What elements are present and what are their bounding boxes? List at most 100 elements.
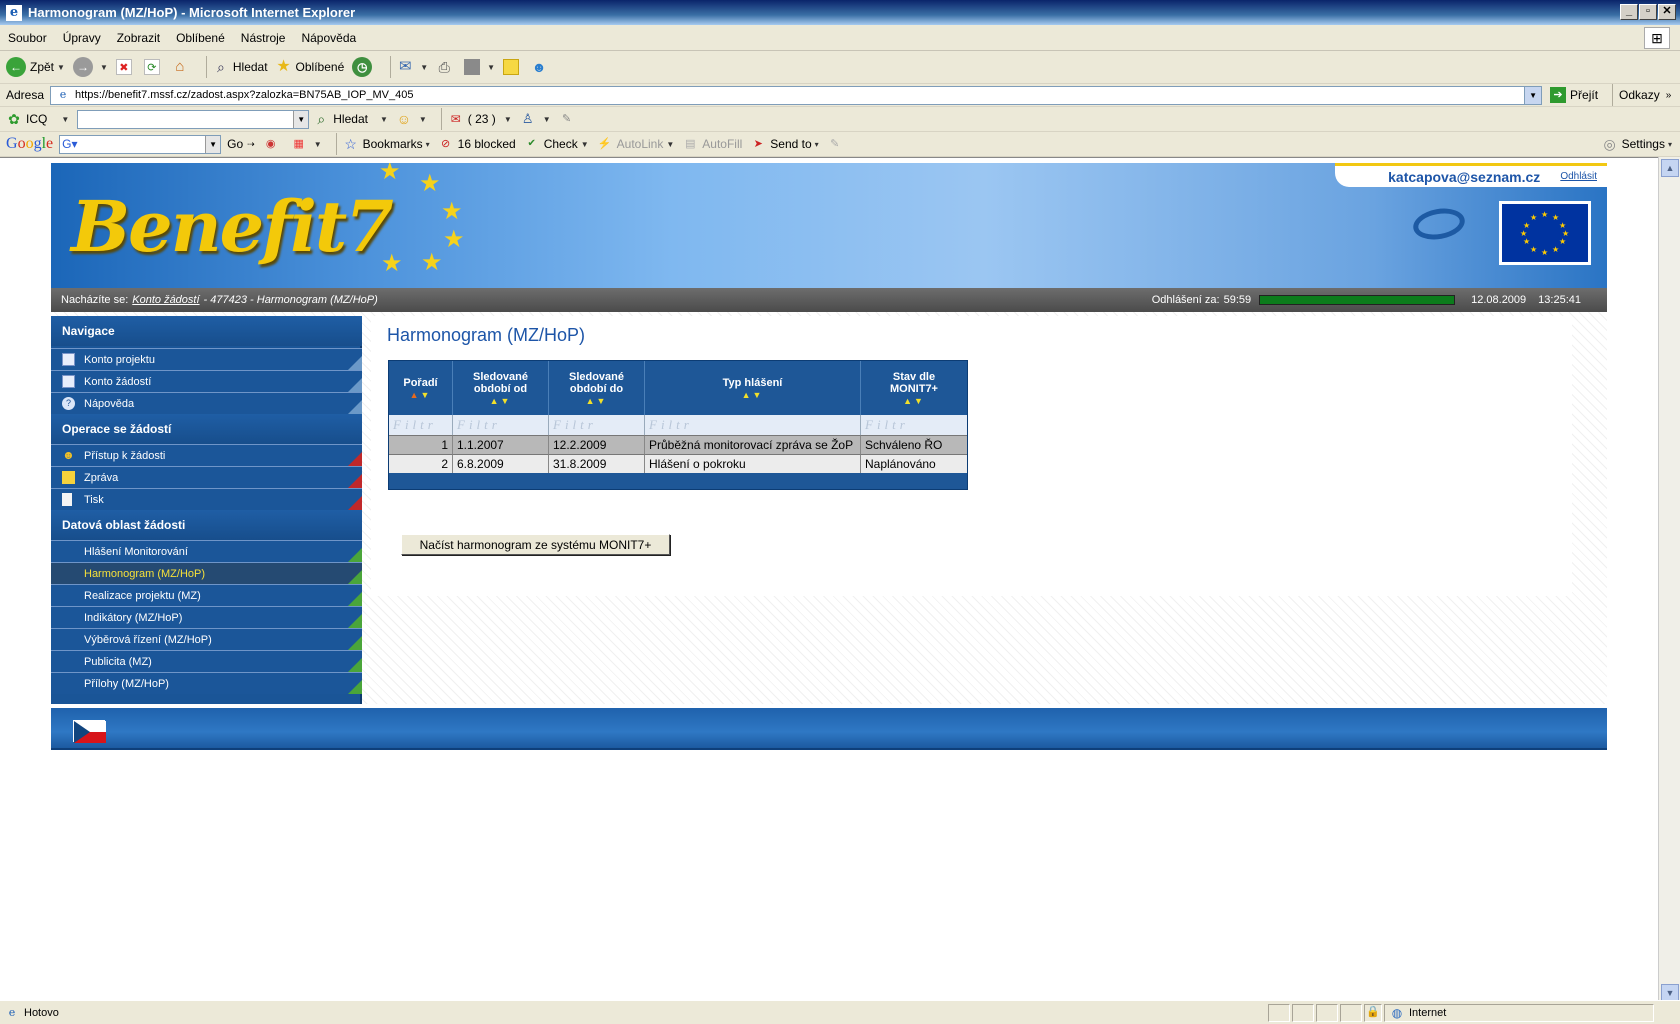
table-cell[interactable]: 1.1.2007 xyxy=(453,435,549,454)
table-cell[interactable]: Schváleno ŘO xyxy=(861,435,967,454)
sidebar-item-indikatory[interactable]: Indikátory (MZ/HoP) xyxy=(51,606,362,628)
chevron-down-icon[interactable]: ▼ xyxy=(314,140,322,149)
chevron-down-icon[interactable]: ▼ xyxy=(61,115,69,124)
stop-button[interactable]: ✖ xyxy=(115,59,136,75)
chevron-down-icon[interactable]: ▼ xyxy=(666,140,674,149)
table-cell[interactable]: 12.2.2009 xyxy=(549,435,645,454)
popup-blocker-button[interactable]: ⊘ 16 blocked xyxy=(438,136,516,152)
breadcrumb-link-konto[interactable]: Konto žádostí xyxy=(132,294,199,306)
menu-zobrazit[interactable]: Zobrazit xyxy=(117,31,160,45)
table-cell[interactable]: 1 xyxy=(389,435,453,454)
column-header-do[interactable]: Sledované období do ▲▼ xyxy=(549,361,645,415)
minimize-button[interactable]: _ xyxy=(1620,4,1638,20)
menu-soubor[interactable]: Soubor xyxy=(8,31,47,45)
search-button[interactable]: ⌕ Hledat xyxy=(213,59,268,75)
logout-link[interactable]: Odhlásit xyxy=(1560,171,1597,182)
table-cell[interactable]: 31.8.2009 xyxy=(549,454,645,473)
address-input[interactable]: e https://benefit7.mssf.cz/zadost.aspx?z… xyxy=(50,85,1543,105)
back-button[interactable]: ← Zpět ▼ xyxy=(6,57,65,77)
edit-button[interactable]: ▼ xyxy=(464,59,495,75)
menu-nastroje[interactable]: Nástroje xyxy=(241,31,286,45)
messenger-button[interactable]: ☻ xyxy=(531,59,551,75)
menu-napoveda[interactable]: Nápověda xyxy=(301,31,356,45)
sidebar-item-harmonogram[interactable]: Harmonogram (MZ/HoP) xyxy=(51,562,362,584)
autofill-button[interactable]: ▤ AutoFill xyxy=(682,136,742,152)
sidebar-item-prilohy[interactable]: Přílohy (MZ/HoP) xyxy=(51,672,362,694)
chevron-down-icon[interactable]: ▼ xyxy=(543,115,551,124)
icq-search-button[interactable]: ⌕ Hledat ▼ xyxy=(313,111,388,127)
menu-oblibene[interactable]: Oblíbené xyxy=(176,31,225,45)
sort-arrows-icon[interactable]: ▲▼ xyxy=(490,396,512,406)
chevron-down-icon[interactable]: ▾ xyxy=(426,140,430,149)
google-go-button[interactable]: Go ⇢ xyxy=(227,137,255,151)
google-popup-button[interactable]: ▦ ▼ xyxy=(291,136,322,152)
icq-search-input[interactable]: ▼ xyxy=(77,109,310,129)
table-cell[interactable]: Naplánováno xyxy=(861,454,967,473)
sidebar-item-hlaseni-monitorovani[interactable]: Hlášení Monitorování xyxy=(51,540,362,562)
maximize-button[interactable]: ▫ xyxy=(1639,4,1657,20)
vertical-scrollbar[interactable]: ▲ ▼ xyxy=(1658,157,1680,1004)
sidebar-item-konto-projektu[interactable]: Konto projektu xyxy=(51,348,362,370)
czech-flag-icon[interactable] xyxy=(73,720,106,743)
history-button[interactable]: ◷ xyxy=(352,57,376,77)
icq-mail-button[interactable]: ✉( 23 ) ▼ xyxy=(448,111,512,127)
sidebar-item-zprava[interactable]: Zpráva xyxy=(51,466,362,488)
icq-smiley-button[interactable]: ☺ ▼ xyxy=(396,111,427,127)
scroll-up-button[interactable]: ▲ xyxy=(1661,159,1679,177)
sidebar-item-pristup[interactable]: ☻ Přístup k žádosti xyxy=(51,444,362,466)
table-cell[interactable]: 6.8.2009 xyxy=(453,454,549,473)
filter-input-do[interactable]: Filtr xyxy=(549,415,645,435)
filter-input-stav[interactable]: Filtr xyxy=(861,415,967,435)
chevron-down-icon[interactable]: ▼ xyxy=(380,115,388,124)
filter-input-typ[interactable]: Filtr xyxy=(645,415,861,435)
icq-button[interactable]: ✿ ICQ ▼ xyxy=(6,111,69,127)
column-header-od[interactable]: Sledované období od ▲▼ xyxy=(453,361,549,415)
chevron-down-icon[interactable]: ▾ xyxy=(1668,140,1672,149)
forward-button[interactable]: → ▼ xyxy=(72,57,108,77)
google-news-button[interactable]: ◉ xyxy=(263,136,283,152)
discuss-button[interactable] xyxy=(503,59,523,75)
mail-button[interactable]: ✉ ▼ xyxy=(397,59,428,75)
sort-arrows-icon[interactable]: ▲▼ xyxy=(410,390,432,400)
load-harmonogram-button[interactable]: Načíst harmonogram ze systému MONIT7+ xyxy=(401,534,670,555)
bookmarks-button[interactable]: ☆ Bookmarks ▾ xyxy=(343,136,430,152)
sidebar-item-vyberova-rizeni[interactable]: Výběrová řízení (MZ/HoP) xyxy=(51,628,362,650)
chevron-down-icon[interactable]: ▼ xyxy=(581,140,589,149)
go-button[interactable]: ➔ Přejít xyxy=(1550,87,1598,103)
settings-button[interactable]: ◎ Settings ▾ xyxy=(1602,136,1672,152)
column-header-typ[interactable]: Typ hlášení ▲▼ xyxy=(645,361,861,415)
google-search-input[interactable]: G▾ ▼ xyxy=(59,134,222,154)
sort-arrows-icon[interactable]: ▲▼ xyxy=(903,396,925,406)
sort-arrows-icon[interactable]: ▲▼ xyxy=(742,390,764,400)
chevron-down-icon[interactable]: ▼ xyxy=(504,115,512,124)
chevron-down-icon[interactable]: ▼ xyxy=(293,110,309,128)
menu-upravy[interactable]: Úpravy xyxy=(63,31,101,45)
chevron-down-icon[interactable]: ▼ xyxy=(419,115,427,124)
filter-input-poradi[interactable]: Filtr xyxy=(389,415,453,435)
favorites-button[interactable]: ★ Oblíbené xyxy=(276,59,344,75)
filter-input-od[interactable]: Filtr xyxy=(453,415,549,435)
autolink-button[interactable]: ⚡ AutoLink ▼ xyxy=(597,136,674,152)
chevron-down-icon[interactable]: ▼ xyxy=(57,63,65,72)
print-button[interactable]: ⎙ xyxy=(436,59,456,75)
chevron-down-icon[interactable]: ▾ xyxy=(815,140,819,149)
table-cell[interactable]: Průběžná monitorovací zpráva se ŽoP xyxy=(645,435,861,454)
links-button[interactable]: Odkazy» xyxy=(1619,88,1671,102)
table-cell[interactable]: 2 xyxy=(389,454,453,473)
spellcheck-button[interactable]: ✔ Check ▼ xyxy=(524,136,589,152)
refresh-button[interactable]: ⟳ xyxy=(143,59,164,75)
sort-arrows-icon[interactable]: ▲▼ xyxy=(586,396,608,406)
chevron-down-icon[interactable]: ▼ xyxy=(100,63,108,72)
sidebar-item-publicita[interactable]: Publicita (MZ) xyxy=(51,650,362,672)
chevron-down-icon[interactable]: ▼ xyxy=(487,63,495,72)
table-cell[interactable]: Hlášení o pokroku xyxy=(645,454,861,473)
chevron-down-icon[interactable]: ▼ xyxy=(205,135,221,153)
icq-user-button[interactable]: ♙ ▼ xyxy=(520,111,551,127)
icq-eraser-button[interactable]: ✎ xyxy=(559,111,579,127)
sidebar-item-realizace[interactable]: Realizace projektu (MZ) xyxy=(51,584,362,606)
close-button[interactable]: ✕ xyxy=(1658,4,1676,20)
column-header-stav[interactable]: Stav dle MONIT7+ ▲▼ xyxy=(861,361,967,415)
sendto-button[interactable]: ➤ Send to ▾ xyxy=(750,136,819,152)
sidebar-item-konto-zadosti[interactable]: Konto žádostí xyxy=(51,370,362,392)
highlight-button[interactable]: ✎ xyxy=(827,136,847,152)
